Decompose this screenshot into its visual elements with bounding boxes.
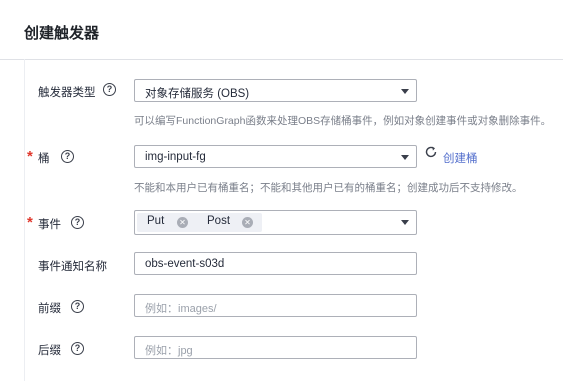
refresh-icon[interactable]: [424, 145, 438, 159]
event-label: 事件: [38, 219, 61, 231]
suffix-help-icon[interactable]: ?: [71, 342, 84, 355]
trigger-type-hint: 可以编写FunctionGraph函数来处理OBS存储桶事件，例如对象创建事件或…: [134, 115, 552, 127]
chevron-down-icon: [401, 220, 409, 225]
event-name-value: obs-event-s03d: [145, 258, 225, 270]
create-bucket-link[interactable]: 创建桶: [443, 150, 478, 166]
event-help-icon[interactable]: ?: [71, 216, 84, 229]
event-tag-put: Put ✕: [137, 213, 199, 232]
trigger-type-select[interactable]: 对象存储服务 (OBS): [134, 79, 417, 102]
event-multiselect[interactable]: Put ✕ Post ✕: [134, 210, 417, 235]
suffix-input[interactable]: 例如：jpg: [134, 336, 417, 359]
bucket-label: 桶: [38, 153, 50, 165]
bucket-select[interactable]: img-input-fg: [134, 145, 417, 168]
prefix-label: 前缀: [38, 303, 61, 315]
close-circle-icon[interactable]: ✕: [242, 217, 253, 228]
close-circle-icon[interactable]: ✕: [177, 217, 188, 228]
prefix-help-icon[interactable]: ?: [71, 300, 84, 313]
required-mark: *: [27, 148, 33, 165]
required-mark: *: [27, 214, 33, 231]
event-name-input[interactable]: obs-event-s03d: [134, 252, 417, 275]
suffix-placeholder: 例如：jpg: [145, 345, 193, 357]
event-tag-label: Put: [147, 215, 165, 227]
prefix-placeholder: 例如：images/: [145, 303, 217, 315]
chevron-down-icon: [401, 89, 409, 94]
bucket-value: img-input-fg: [145, 151, 206, 163]
suffix-label: 后缀: [38, 345, 61, 357]
event-tag-post: Post ✕: [197, 213, 262, 232]
event-tag-label: Post: [207, 215, 231, 227]
trigger-type-value: 对象存储服务 (OBS): [145, 88, 250, 100]
page-title: 创建触发器: [24, 25, 100, 42]
chevron-down-icon: [401, 155, 409, 160]
event-name-label: 事件通知名称: [38, 261, 107, 273]
prefix-input[interactable]: 例如：images/: [134, 294, 417, 317]
bucket-help-icon[interactable]: ?: [61, 150, 74, 163]
trigger-type-label: 触发器类型: [38, 87, 96, 99]
bucket-hint: 不能和本用户已有桶重名；不能和其他用户已有的桶重名；创建成功后不支持修改。: [134, 182, 523, 194]
trigger-type-help-icon[interactable]: ?: [103, 83, 116, 96]
